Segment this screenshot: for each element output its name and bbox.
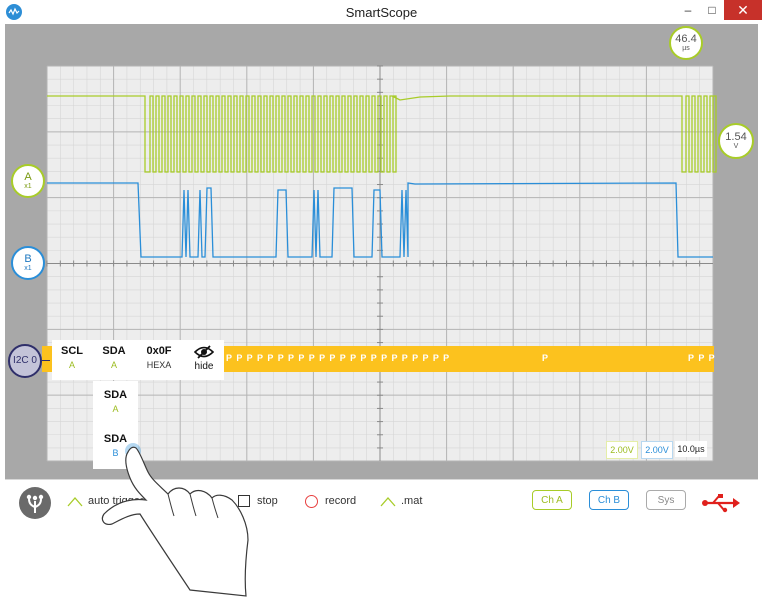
hide-label: hide [194, 361, 214, 372]
channel-b-marker[interactable]: B x1 [11, 246, 45, 280]
sys-button[interactable]: Sys [646, 490, 686, 510]
usb-connected-icon [702, 494, 740, 513]
sda-selector[interactable]: SDA A [94, 345, 134, 370]
dropdown-option-source: B [112, 448, 119, 458]
sda-source: A [110, 360, 117, 370]
channel-a-marker-label: A [24, 171, 32, 183]
dropdown-option-sda-b[interactable]: SDA B [93, 433, 138, 458]
dropdown-option-label: SDA [103, 433, 128, 445]
time-offset-unit: µs [682, 45, 690, 52]
scl-source: A [68, 360, 75, 370]
decoder-settings-panel: SCL A SDA A 0x0F HEXA hide [52, 340, 224, 380]
eye-slash-icon [194, 345, 214, 359]
trigger-level-value: 1.54 [725, 131, 747, 143]
channel-a-scale[interactable]: 2.00V [606, 441, 638, 459]
dropdown-option-source: A [112, 404, 119, 414]
channel-b-scale[interactable]: 2.00V [641, 441, 673, 459]
stop-checkbox[interactable] [238, 495, 250, 507]
record-button[interactable]: record [325, 495, 356, 507]
scl-selector[interactable]: SCL A [52, 345, 92, 370]
trigger-level-marker[interactable]: 1.54 V [718, 123, 754, 159]
bottom-toolbar: auto trigger stop record .mat Ch A Ch B … [5, 479, 758, 528]
time-scale[interactable]: 10.0µs [675, 441, 707, 457]
channel-a-marker-sub: x1 [24, 183, 32, 190]
sda-source-dropdown: SDA A SDA B [93, 381, 138, 469]
mat-export-button[interactable]: .mat [401, 495, 422, 507]
record-icon [305, 495, 318, 508]
decoder-connector [42, 360, 50, 361]
channel-b-marker-sub: x1 [24, 265, 32, 272]
logo-menu-button[interactable] [19, 487, 51, 519]
auto-trigger-button[interactable]: auto trigger [88, 495, 144, 507]
format-label: 0x0F [146, 345, 172, 357]
lab-nation-logo-icon [26, 494, 44, 513]
format-selector[interactable]: 0x0F HEXA [138, 345, 180, 370]
i2c-decoder-marker[interactable]: I2C 0 [8, 344, 42, 378]
format-sub: HEXA [146, 360, 172, 370]
dropdown-option-sda-a[interactable]: SDA A [93, 389, 138, 414]
trigger-level-unit: V [733, 143, 739, 150]
scl-label: SCL [61, 345, 83, 357]
sda-label: SDA [102, 345, 126, 357]
hide-button[interactable]: hide [184, 345, 224, 372]
auto-trigger-icon [67, 497, 83, 507]
dropdown-option-label: SDA [103, 389, 128, 401]
time-offset-value: 46.4 [675, 33, 697, 45]
decoder-packets: P P P P P P P P P P P P P P P P P P P P … [226, 353, 451, 363]
time-offset-marker[interactable]: 46.4 µs [669, 26, 703, 60]
stop-button[interactable]: stop [257, 495, 278, 507]
decoder-packets: P P P [688, 353, 716, 363]
mat-export-icon [380, 497, 396, 507]
channel-b-marker-label: B [24, 253, 32, 265]
channel-a-marker[interactable]: A x1 [11, 164, 45, 198]
channel-b-button[interactable]: Ch B [589, 490, 629, 510]
channel-a-button[interactable]: Ch A [532, 490, 572, 510]
decoder-packets: P [542, 353, 550, 363]
